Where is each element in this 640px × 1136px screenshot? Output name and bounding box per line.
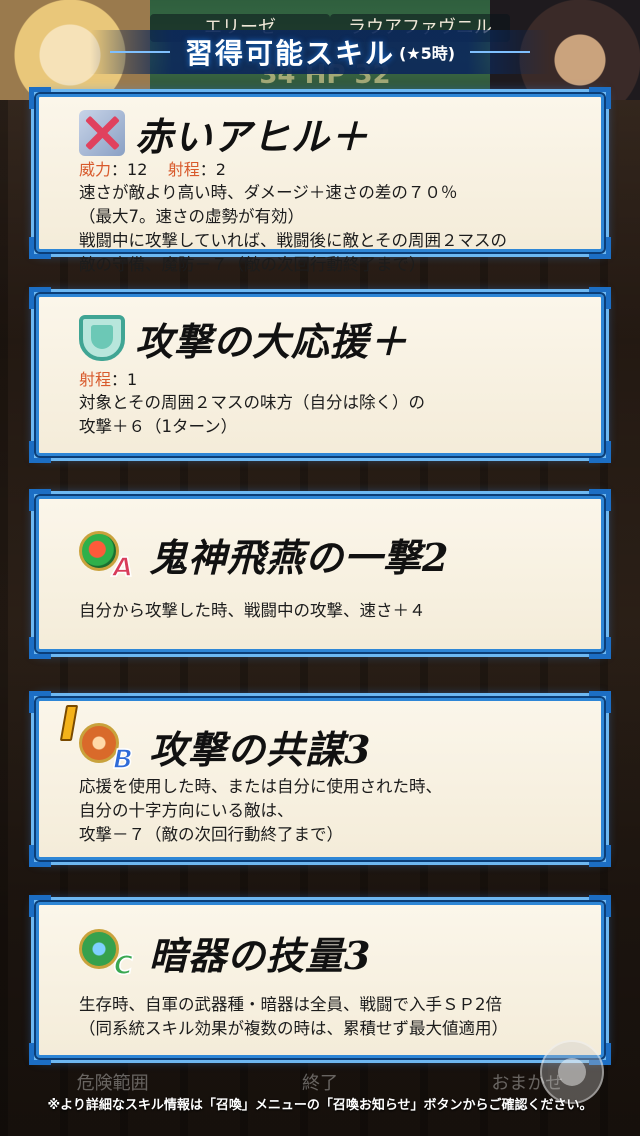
card-corner — [29, 237, 51, 259]
skill-name: 鬼神飛燕の一撃2 — [149, 534, 450, 580]
skill-slot-letter: C — [113, 950, 134, 982]
desc-line: 自分から攻撃した時、戦闘中の攻撃、速さ＋４ — [79, 601, 426, 620]
stat-range-value: ：2 — [199, 160, 226, 179]
skill-card-b[interactable]: B 攻撃の共謀3 応援を使用した時、または自分に使用された時、 自分の十字方向に… — [29, 691, 611, 867]
banner-ornament-left — [110, 51, 170, 53]
stat-might-value: ：12 — [111, 160, 148, 179]
skill-header: B 攻撃の共謀3 — [59, 705, 561, 776]
card-corner — [589, 489, 611, 511]
skills-title-banner: 習得可能スキル (★5時) — [90, 30, 550, 74]
skill-card-a[interactable]: A 鬼神飛燕の一撃2 自分から攻撃した時、戦闘中の攻撃、速さ＋４ — [29, 489, 611, 659]
stat-range-label: 射程 — [167, 160, 200, 179]
desc-line: 戦闘中に攻撃していれば、戦闘後に敵とその周囲２マスの — [79, 231, 508, 250]
desc-line: 対象とその周囲２マスの味方（自分は除く）の — [79, 393, 426, 412]
card-corner — [589, 287, 611, 309]
card-corner — [29, 1043, 51, 1065]
desc-line: 生存時、自軍の武器種・暗器は全員、戦闘で入手ＳＰ2倍 — [79, 995, 502, 1014]
skill-description: 対象とその周囲２マスの味方（自分は除く）の 攻撃＋６（1ターン） — [79, 391, 561, 439]
skill-name: 暗器の技量3 — [149, 932, 372, 978]
skill-card-weapon[interactable]: 赤いアヒル＋ 威力：12 射程：2 速さが敵より高い時、ダメージ＋速さの差の７０… — [29, 87, 611, 274]
card-corner — [589, 87, 611, 109]
desc-line: 攻撃－７（敵の次回行動終了まで） — [79, 825, 343, 844]
skill-card-assist[interactable]: 攻撃の大応援＋ 射程：1 対象とその周囲２マスの味方（自分は除く）の 攻撃＋６（… — [29, 287, 611, 463]
stat-might-label: 威力 — [79, 160, 112, 179]
danger-zone-button[interactable]: 危険範囲 — [77, 1069, 149, 1095]
skill-description: 速さが敵より高い時、ダメージ＋速さの差の７０％ （最大7。速さの虚勢が有効） 戦… — [79, 181, 561, 277]
desc-line: 敵の守備、魔防－７（敵の次回行動終了まで） — [79, 255, 426, 274]
skill-name: 攻撃の大応援＋ — [135, 318, 409, 364]
card-corner — [29, 287, 51, 309]
skill-c-icon: C — [79, 929, 134, 982]
banner-ornament-right — [470, 51, 530, 53]
skill-b-icon: B — [59, 705, 134, 776]
desc-line: （最大7。速さの虚勢が有効） — [79, 207, 304, 226]
card-corner — [589, 441, 611, 463]
card-corner — [29, 691, 51, 713]
skills-title: 習得可能スキル — [184, 37, 395, 70]
card-corner — [29, 637, 51, 659]
card-corner — [589, 237, 611, 259]
card-corner — [589, 895, 611, 917]
card-corner — [29, 489, 51, 511]
card-corner — [29, 845, 51, 867]
exclamation-icon — [59, 705, 79, 741]
skill-name: 攻撃の共謀3 — [149, 726, 372, 772]
skill-slot-letter: B — [112, 744, 133, 776]
skill-slot-letter: A — [112, 552, 134, 584]
stat-range-label: 射程 — [79, 370, 112, 389]
end-turn-button[interactable]: 終了 — [302, 1069, 338, 1095]
skill-name: 赤いアヒル＋ — [135, 113, 370, 159]
desc-line: （同系統スキル効果が複数の時は、累積せず最大値適用） — [79, 1019, 508, 1038]
skill-header: A 鬼神飛燕の一撃2 — [79, 527, 561, 584]
skill-description: 生存時、自軍の武器種・暗器は全員、戦闘で入手ＳＰ2倍 （同系統スキル効果が複数の… — [79, 993, 561, 1041]
skill-header: C 暗器の技量3 — [79, 925, 561, 982]
stat-range-value: ：1 — [111, 370, 138, 389]
skills-title-rarity: (★5時) — [398, 44, 456, 63]
card-corner — [29, 441, 51, 463]
card-corner — [589, 845, 611, 867]
skill-stats: 射程：1 — [79, 369, 561, 391]
skill-header: 攻撃の大応援＋ — [79, 311, 561, 365]
card-corner — [589, 637, 611, 659]
skill-a-icon: A — [79, 531, 134, 584]
card-corner — [589, 691, 611, 713]
desc-line: 速さが敵より高い時、ダメージ＋速さの差の７０％ — [79, 183, 458, 202]
assist-shield-icon — [79, 315, 125, 361]
skill-card-c[interactable]: C 暗器の技量3 生存時、自軍の武器種・暗器は全員、戦闘で入手ＳＰ2倍 （同系統… — [29, 895, 611, 1065]
skill-header: 赤いアヒル＋ — [79, 110, 561, 159]
desc-line: 攻撃＋６（1ターン） — [79, 417, 238, 436]
skill-description: 応援を使用した時、または自分に使用された時、 自分の十字方向にいる敵は、 攻撃－… — [79, 775, 561, 847]
card-corner — [29, 895, 51, 917]
desc-line: 応援を使用した時、または自分に使用された時、 — [79, 777, 442, 796]
card-corner — [29, 87, 51, 109]
red-tome-weapon-icon — [79, 110, 125, 156]
skill-stats: 威力：12 射程：2 — [79, 159, 561, 181]
desc-line: 自分の十字方向にいる敵は、 — [79, 801, 294, 820]
footnote-text: ※より詳細なスキル情報は「召喚」メニューの「召喚お知らせ」ボタンからご確認くださ… — [47, 1098, 593, 1113]
skill-description: 自分から攻撃した時、戦闘中の攻撃、速さ＋４ — [79, 599, 561, 623]
